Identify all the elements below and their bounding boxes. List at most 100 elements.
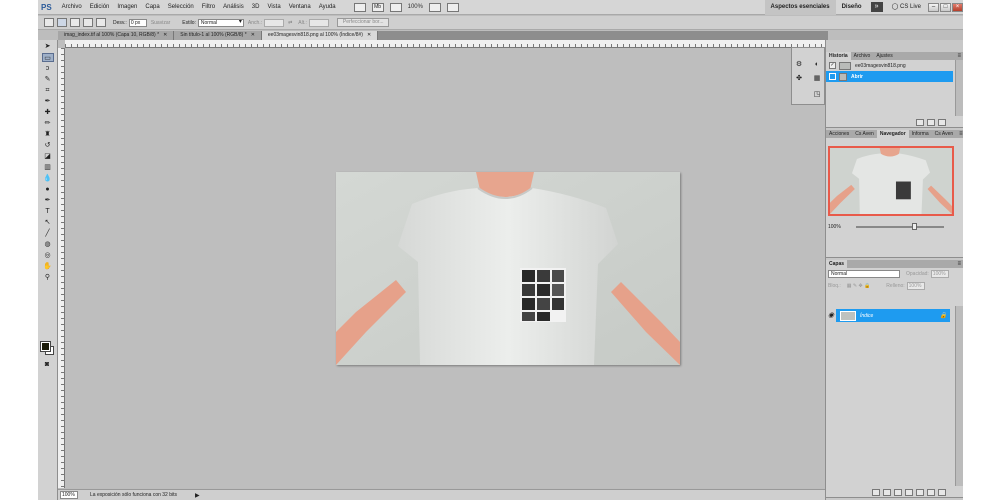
panel-menu-icon[interactable]: ≡: [954, 260, 963, 268]
style-select[interactable]: Normal: [197, 18, 244, 27]
swap-icon[interactable]: ⇄: [288, 20, 292, 26]
clone-source-icon[interactable]: ✤: [794, 74, 804, 83]
minimize-icon[interactable]: –: [928, 2, 939, 12]
close-icon[interactable]: ✕: [367, 32, 371, 38]
color-icon[interactable]: ◐: [812, 60, 822, 69]
foreground-color-swatch[interactable]: [40, 341, 51, 352]
adjustment-layer-icon[interactable]: [905, 488, 913, 496]
navigator-zoom-slider[interactable]: [856, 226, 944, 228]
lasso-tool-icon[interactable]: ↄ: [42, 64, 54, 73]
menu-archivo[interactable]: Archivo: [58, 4, 86, 10]
eye-icon[interactable]: ◉: [826, 309, 836, 322]
marquee-tool-icon[interactable]: ▭: [41, 53, 54, 62]
blur-tool-icon[interactable]: 💧: [42, 174, 54, 183]
layers-scrollbar[interactable]: [955, 306, 963, 486]
layer-mask-icon[interactable]: [894, 488, 902, 496]
new-selection-icon[interactable]: [57, 18, 67, 27]
eraser-tool-icon[interactable]: ◪: [42, 152, 54, 161]
tab-capas[interactable]: Capas: [826, 260, 848, 268]
navigator-preview[interactable]: [828, 146, 954, 216]
3d-orbit-tool-icon[interactable]: ◎: [42, 251, 54, 260]
canvas-area[interactable]: [65, 48, 828, 488]
width-input[interactable]: [264, 18, 285, 27]
history-brush-tool-icon[interactable]: ↺: [42, 141, 54, 150]
dodge-tool-icon[interactable]: ●: [42, 185, 54, 194]
new-layer-icon[interactable]: [927, 488, 935, 496]
menu-analisis[interactable]: Análisis: [219, 4, 248, 10]
3d-rotate-tool-icon[interactable]: ◍: [42, 240, 54, 249]
tab-imag-index[interactable]: imag_index.tif al 100% (Capa 10, RGB/8) …: [58, 31, 175, 40]
arrange-icon[interactable]: [428, 2, 441, 12]
chevron-more-icon[interactable]: »: [870, 2, 883, 12]
tab-ee03magesvin818[interactable]: ee03magesvin818.png al 100% (Índice/8#) ✕: [261, 31, 379, 40]
snapshot-icon[interactable]: [927, 118, 935, 126]
snapshot-source-checkbox[interactable]: ✓: [829, 62, 836, 69]
link-layers-icon[interactable]: [872, 488, 880, 496]
tab-cs-aven-2[interactable]: Cs Aven: [932, 130, 957, 138]
tab-sin-titulo[interactable]: Sin título-1 al 100% (RGB/8) * ✕: [174, 31, 262, 40]
layer-style-icon[interactable]: [883, 488, 891, 496]
antialias-checkbox[interactable]: Suavizar: [151, 20, 170, 26]
menu-edicion[interactable]: Edición: [86, 4, 114, 10]
brush-tool-icon[interactable]: ✏: [42, 119, 54, 128]
bridge-icon[interactable]: [353, 2, 366, 12]
marquee-preset-icon[interactable]: [44, 18, 54, 27]
zoom-tool-icon[interactable]: ⚲: [42, 273, 54, 282]
tab-cs-aven-1[interactable]: Cs Aven: [852, 130, 877, 138]
refine-edge-button[interactable]: Perfeccionar bor...: [336, 18, 390, 27]
height-input[interactable]: [308, 18, 329, 27]
cs-live-button[interactable]: ◯ CS Live: [886, 0, 927, 15]
quick-select-tool-icon[interactable]: ✎: [42, 75, 54, 84]
blend-mode-select[interactable]: Normal: [828, 270, 900, 278]
history-snapshot[interactable]: ✓ ee03magesvin818.png: [826, 60, 963, 71]
swatches-icon[interactable]: ▦: [812, 74, 822, 83]
type-tool-icon[interactable]: T: [42, 207, 54, 216]
brush-presets-icon[interactable]: ⚙: [794, 60, 804, 69]
horizontal-ruler[interactable]: [65, 40, 828, 48]
crop-tool-icon[interactable]: ⌗: [42, 86, 54, 95]
menu-ventana[interactable]: Ventana: [285, 4, 315, 10]
workspace-design[interactable]: Diseño: [836, 0, 868, 15]
healing-brush-tool-icon[interactable]: ✚: [42, 108, 54, 117]
add-selection-icon[interactable]: [70, 18, 80, 27]
navigator-zoom-knob[interactable]: [912, 223, 917, 230]
hand-tool-icon[interactable]: ✋: [42, 262, 54, 271]
document-image[interactable]: [336, 172, 680, 365]
close-icon[interactable]: ✕: [163, 32, 167, 38]
subtract-selection-icon[interactable]: [83, 18, 93, 27]
status-menu-arrow-icon[interactable]: ▶: [195, 492, 200, 499]
menu-ayuda[interactable]: Ayuda: [315, 4, 340, 10]
fill-input[interactable]: 100%: [906, 282, 925, 290]
tab-acciones[interactable]: Acciones: [826, 130, 852, 138]
menu-imagen[interactable]: Imagen: [113, 4, 141, 10]
tab-historia[interactable]: Historia: [826, 52, 851, 60]
panel-menu-icon[interactable]: ≡: [954, 52, 963, 60]
menu-filtro[interactable]: Filtro: [198, 4, 219, 10]
quick-mask-icon[interactable]: ◙: [41, 360, 53, 369]
menu-3d[interactable]: 3D: [248, 4, 264, 10]
navigator-zoom-value[interactable]: 100%: [828, 224, 841, 230]
close-icon[interactable]: ✕: [251, 32, 255, 38]
zoom-level[interactable]: 100%: [405, 4, 426, 10]
panel-menu-icon[interactable]: ≡: [956, 130, 963, 138]
new-group-icon[interactable]: [916, 488, 924, 496]
feather-input[interactable]: 0 px: [128, 18, 147, 27]
intersect-selection-icon[interactable]: [96, 18, 106, 27]
trash-icon[interactable]: [938, 488, 946, 496]
styles-icon[interactable]: ◳: [812, 90, 822, 99]
tab-informacion[interactable]: Informa: [909, 130, 932, 138]
path-select-tool-icon[interactable]: ↖: [42, 218, 54, 227]
screen-mode-icon[interactable]: [446, 2, 459, 12]
workspace-essentials[interactable]: Aspectos esenciales: [764, 0, 836, 15]
status-zoom-input[interactable]: 100%: [60, 491, 78, 499]
shape-tool-icon[interactable]: ╱: [42, 229, 54, 238]
state-checkbox[interactable]: [829, 73, 836, 80]
maximize-icon[interactable]: □: [940, 2, 951, 12]
trash-icon[interactable]: [938, 118, 946, 126]
layer-row-indice[interactable]: ◉ Índice 🔒: [826, 309, 950, 322]
gradient-tool-icon[interactable]: ▥: [42, 163, 54, 172]
tab-archivo[interactable]: Archivo: [851, 52, 874, 60]
tab-ajustes[interactable]: Ajustes: [873, 52, 895, 60]
menu-capa[interactable]: Capa: [141, 4, 163, 10]
menu-vista[interactable]: Vista: [263, 4, 284, 10]
